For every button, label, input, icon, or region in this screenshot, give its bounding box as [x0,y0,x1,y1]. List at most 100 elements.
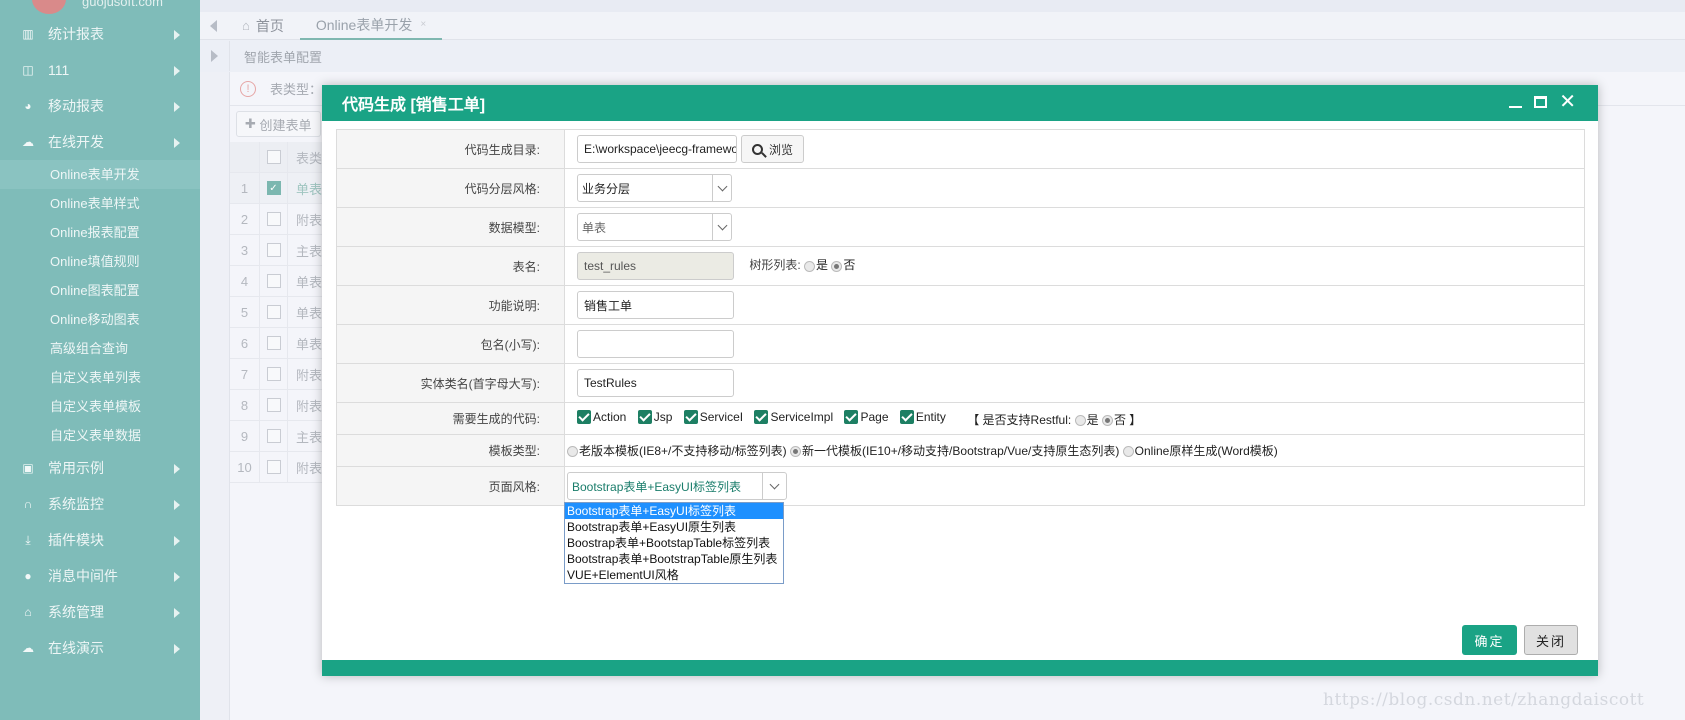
create-form-button[interactable]: ✚ 创建表单 [236,111,321,137]
layer-style-select[interactable]: 业务分层 [577,174,732,202]
checkbox[interactable] [754,409,769,424]
sidebar-subitem[interactable]: Online表单样式 [0,189,200,218]
chevron-right-icon [174,464,180,474]
page-style-select[interactable]: Bootstrap表单+EasyUI标签列表 [567,472,787,500]
chevron-right-icon [174,138,180,148]
code-checkbox-entity[interactable]: Entity [899,409,946,424]
cloud-icon: ☁ [22,641,34,655]
browse-button[interactable]: 浏览 [741,135,805,163]
sidebar-item-online-dev[interactable]: ☁ 在线开发 [0,124,200,160]
select-option[interactable]: Bootstrap表单+BootstrapTable原生列表 [565,551,783,567]
entity-name-input[interactable]: TestRules [577,369,734,397]
select-option[interactable]: VUE+ElementUI风格 [565,567,783,583]
form-row-table: 表名: test_rules 树形列表: 是 否 [336,246,1585,286]
sidebar-subitem[interactable]: Online报表配置 [0,218,200,247]
sidebar-item-label: 常用示例 [48,460,104,476]
restful-yes-radio[interactable] [1074,414,1086,426]
twitch-icon: ▣ [22,461,34,475]
row-checkbox[interactable]: ✓ [266,181,281,195]
select-option[interactable]: Boostrap表单+BootstapTable标签列表 [565,535,783,551]
table-name-input[interactable]: test_rules [577,252,734,280]
tree-yes-radio[interactable] [804,260,816,272]
code-checkbox-page[interactable]: Page [844,409,889,424]
close-icon[interactable]: ✕ [1559,92,1576,112]
dialog-footer-bar [322,660,1598,676]
row-checkbox[interactable] [266,243,281,257]
select-all-checkbox[interactable] [266,150,281,164]
chevron-right-icon [174,608,180,618]
minimize-icon[interactable] [1509,106,1523,108]
sidebar-item-examples[interactable]: ▣ 常用示例 [0,450,200,486]
chevron-right-icon [174,536,180,546]
code-checkbox-serviceimpl[interactable]: ServiceImpl [754,409,833,424]
template-old-radio[interactable] [567,446,578,458]
row-checkbox[interactable] [266,305,281,319]
maximize-icon[interactable] [1534,96,1548,108]
sidebar-item-system[interactable]: ⌂ 系统管理 [0,594,200,630]
row-checkbox[interactable] [266,212,281,226]
close-button[interactable]: 关闭 [1524,625,1578,655]
package-input[interactable] [577,330,734,358]
sidebar-subitem[interactable]: Online填值规则 [0,247,200,276]
checkbox[interactable] [683,409,698,424]
select-option[interactable]: Bootstrap表单+EasyUI标签列表 [565,503,783,519]
checkbox[interactable] [844,409,859,424]
cloud-icon: ☁ [22,135,34,149]
sidebar-subitem[interactable]: 自定义表单列表 [0,363,200,392]
row-checkbox[interactable] [266,460,281,474]
sidebar-subitem[interactable]: Online移动图表 [0,305,200,334]
sidebar-item-demo[interactable]: ☁ 在线演示 [0,630,200,666]
sidebar-item-plugins[interactable]: ⤓ 插件模块 [0,522,200,558]
row-checkbox[interactable] [266,398,281,412]
tab-label: 首页 [255,17,284,34]
sidebar-item-mq[interactable]: ● 消息中间件 [0,558,200,594]
code-dir-input[interactable]: E:\workspace\jeecg-framework [577,135,737,163]
chevron-right-icon [174,572,180,582]
chevron-right-icon [174,500,180,510]
row-checkbox[interactable] [266,367,281,381]
sidebar-subitem[interactable]: 高级组合查询 [0,334,200,363]
code-checkbox-action[interactable]: Action [577,409,626,424]
sidebar-subitem[interactable]: 自定义表单模板 [0,392,200,421]
code-checkbox-jsp[interactable]: Jsp [637,409,672,424]
checkbox[interactable] [899,409,914,424]
page-title: 智能表单配置 [244,49,323,65]
template-word-radio[interactable] [1122,446,1134,458]
checkbox[interactable] [637,409,652,424]
select-option[interactable]: Bootstrap表单+EasyUI原生列表 [565,519,783,535]
expand-panel-button[interactable] [200,41,230,71]
data-model-select[interactable]: 单表 [577,213,732,241]
field-label: 实体类名(首字母大写): [336,363,565,403]
field-label: 代码生成目录: [336,129,565,169]
row-checkbox[interactable] [266,429,281,443]
chevron-right-icon [174,644,180,654]
close-icon[interactable]: × [420,19,426,30]
confirm-button[interactable]: 确定 [1462,625,1517,655]
sidebar-item-111[interactable]: ◫ 111 [0,52,200,88]
row-checkbox[interactable] [266,336,281,350]
sidebar-item-label: 系统监控 [48,496,104,512]
avatar[interactable] [32,0,66,14]
sidebar-subitem-online-form-dev[interactable]: Online表单开发 [0,160,200,189]
code-checkbox-servicei[interactable]: ServiceI [683,409,743,424]
pie-chart-icon: ◕ [24,99,32,113]
description-input[interactable]: 销售工单 [577,291,734,319]
sidebar-subitem[interactable]: 自定义表单数据 [0,421,200,450]
sidebar-item-stats[interactable]: ▥ 统计报表 [0,16,200,52]
tab-online-form-dev[interactable]: Online表单开发 × [299,12,443,40]
tab-scroll-left[interactable] [200,12,226,40]
table-type-label: 表类型： [270,82,323,97]
row-checkbox[interactable] [266,274,281,288]
template-new-radio[interactable] [790,446,802,458]
tree-no-radio[interactable] [831,260,843,272]
restful-no-radio[interactable] [1101,414,1113,426]
form-row-template: 模板类型: 老版本模板(IE8+/不支持移动/标签列表) 新一代模板(IE10+… [336,434,1585,467]
tab-home[interactable]: ⌂ 首页 [226,12,300,40]
chevron-down-icon [712,175,731,201]
sidebar-subitem[interactable]: Online图表配置 [0,276,200,305]
sidebar-item-mobile-report[interactable]: ◕ 移动报表 [0,88,200,124]
checkbox[interactable] [577,409,591,424]
sidebar-item-monitor[interactable]: ∩ 系统监控 [0,486,200,522]
tab-bar: ⌂ 首页 Online表单开发 × [200,12,1685,40]
form-row-code: 需要生成的代码: Action Jsp ServiceI ServiceImpl… [336,402,1585,435]
